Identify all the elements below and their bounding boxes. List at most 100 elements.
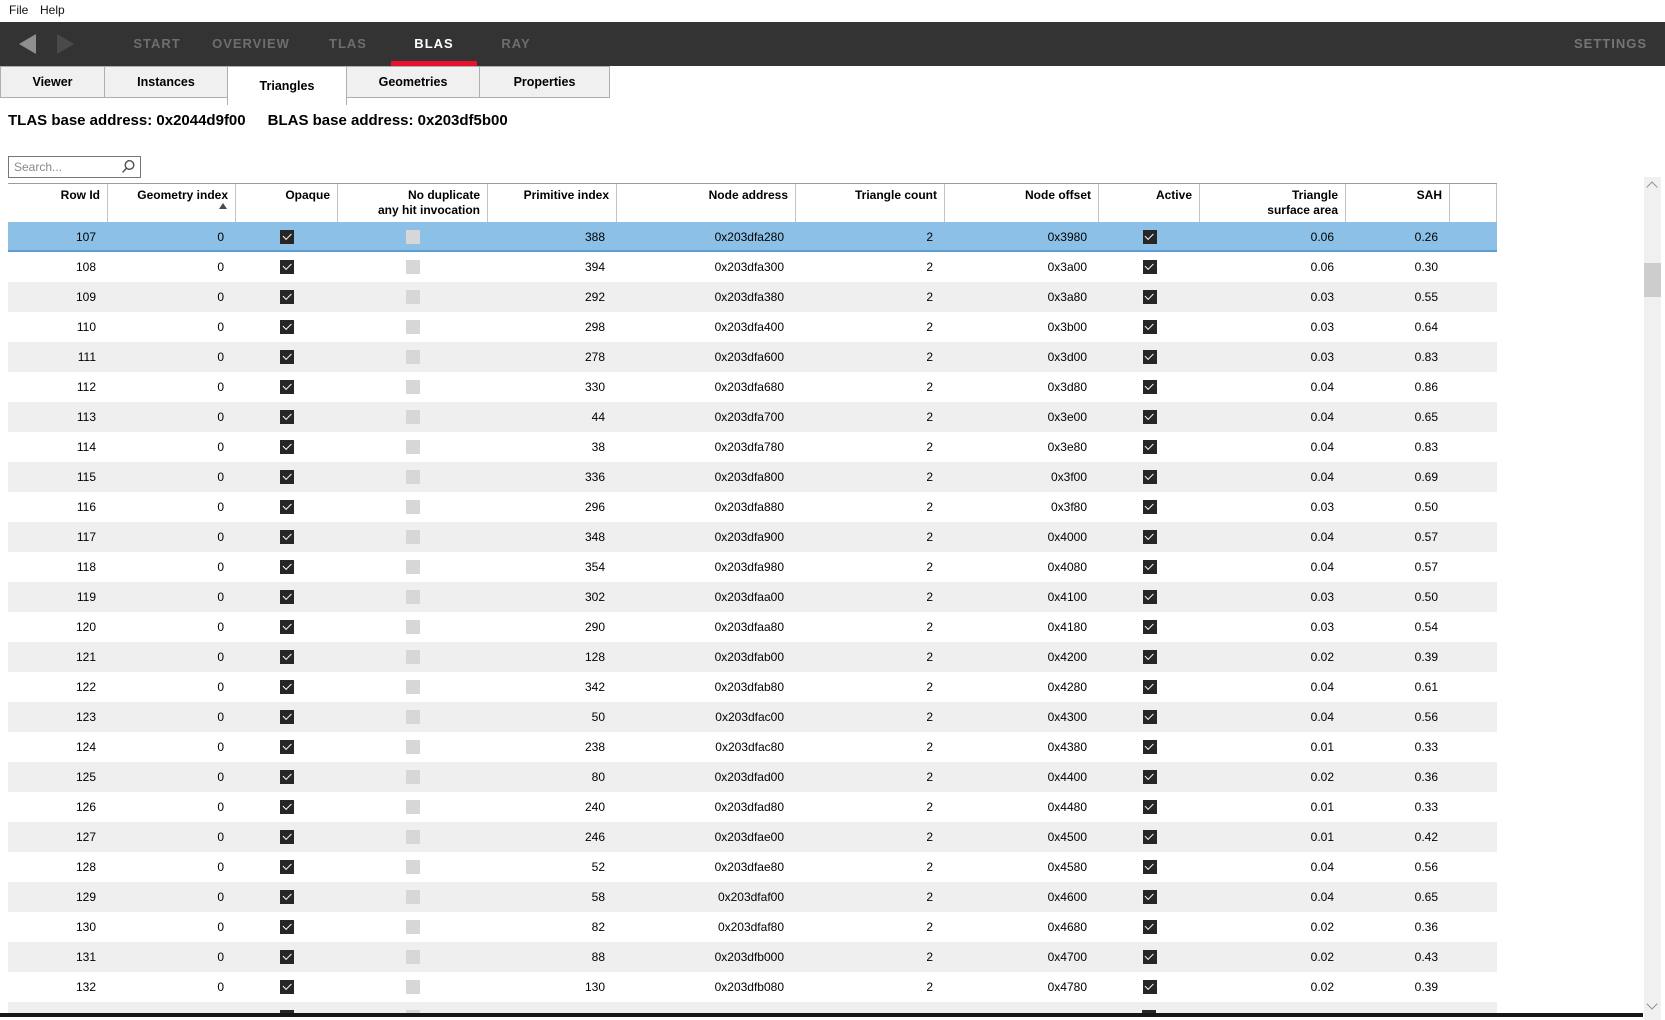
active-checkbox[interactable] <box>1143 620 1157 634</box>
column-header-no_duplicate_any_hit_invocation[interactable]: No duplicate any hit invocation <box>338 184 488 222</box>
no-duplicate-any-hit-invocation-checkbox[interactable] <box>406 860 420 874</box>
table-row[interactable]: 1250800x203dfad0020x44000.020.36 <box>8 762 1497 792</box>
opaque-checkbox[interactable] <box>280 440 294 454</box>
active-checkbox[interactable] <box>1143 530 1157 544</box>
nav-item-settings[interactable]: SETTINGS <box>1574 36 1647 51</box>
opaque-checkbox[interactable] <box>280 980 294 994</box>
tab-triangles[interactable]: Triangles <box>227 66 347 105</box>
scrollbar-thumb[interactable] <box>1644 263 1661 297</box>
menu-file[interactable]: File <box>9 3 28 17</box>
active-checkbox[interactable] <box>1143 560 1157 574</box>
opaque-checkbox[interactable] <box>280 740 294 754</box>
nav-item-blas[interactable]: BLAS <box>414 36 453 51</box>
active-checkbox[interactable] <box>1143 410 1157 424</box>
table-row[interactable]: 10902920x203dfa38020x3a800.030.55 <box>8 282 1497 312</box>
opaque-checkbox[interactable] <box>280 800 294 814</box>
no-duplicate-any-hit-invocation-checkbox[interactable] <box>406 740 420 754</box>
column-header-active[interactable]: Active <box>1099 184 1200 222</box>
opaque-checkbox[interactable] <box>280 260 294 274</box>
active-checkbox[interactable] <box>1143 950 1157 964</box>
no-duplicate-any-hit-invocation-checkbox[interactable] <box>406 590 420 604</box>
active-checkbox[interactable] <box>1143 800 1157 814</box>
active-checkbox[interactable] <box>1143 350 1157 364</box>
opaque-checkbox[interactable] <box>280 290 294 304</box>
opaque-checkbox[interactable] <box>280 650 294 664</box>
back-arrow-icon[interactable] <box>19 34 36 54</box>
vertical-scrollbar[interactable] <box>1644 177 1661 1020</box>
nav-item-ray[interactable]: RAY <box>501 36 530 51</box>
no-duplicate-any-hit-invocation-checkbox[interactable] <box>406 710 420 724</box>
opaque-checkbox[interactable] <box>280 890 294 904</box>
table-row[interactable]: 1130440x203dfa70020x3e000.040.65 <box>8 402 1497 432</box>
no-duplicate-any-hit-invocation-checkbox[interactable] <box>406 770 420 784</box>
active-checkbox[interactable] <box>1143 890 1157 904</box>
table-row[interactable]: 11903020x203dfaa0020x41000.030.50 <box>8 582 1497 612</box>
table-row[interactable]: 12702460x203dfae0020x45000.010.42 <box>8 822 1497 852</box>
opaque-checkbox[interactable] <box>280 320 294 334</box>
active-checkbox[interactable] <box>1143 740 1157 754</box>
search-input[interactable] <box>8 156 141 178</box>
active-checkbox[interactable] <box>1143 380 1157 394</box>
opaque-checkbox[interactable] <box>280 350 294 364</box>
table-row[interactable]: 11602960x203dfa88020x3f800.030.50 <box>8 492 1497 522</box>
opaque-checkbox[interactable] <box>280 470 294 484</box>
table-row[interactable]: 11203300x203dfa68020x3d800.040.86 <box>8 372 1497 402</box>
opaque-checkbox[interactable] <box>280 410 294 424</box>
nav-item-overview[interactable]: OVERVIEW <box>212 36 290 51</box>
opaque-checkbox[interactable] <box>280 920 294 934</box>
active-checkbox[interactable] <box>1143 590 1157 604</box>
no-duplicate-any-hit-invocation-checkbox[interactable] <box>406 470 420 484</box>
no-duplicate-any-hit-invocation-checkbox[interactable] <box>406 350 420 364</box>
active-checkbox[interactable] <box>1143 260 1157 274</box>
table-row[interactable]: 12602400x203dfad8020x44800.010.33 <box>8 792 1497 822</box>
no-duplicate-any-hit-invocation-checkbox[interactable] <box>406 620 420 634</box>
no-duplicate-any-hit-invocation-checkbox[interactable] <box>406 980 420 994</box>
scrollbar-up-button[interactable] <box>1644 179 1661 196</box>
active-checkbox[interactable] <box>1143 920 1157 934</box>
active-checkbox[interactable] <box>1143 710 1157 724</box>
table-row[interactable]: 1140380x203dfa78020x3e800.040.83 <box>8 432 1497 462</box>
scrollbar-down-button[interactable] <box>1644 999 1661 1016</box>
no-duplicate-any-hit-invocation-checkbox[interactable] <box>406 230 420 244</box>
table-row[interactable]: 11102780x203dfa60020x3d000.030.83 <box>8 342 1497 372</box>
table-row[interactable]: 1290580x203dfaf0020x46000.040.65 <box>8 882 1497 912</box>
table-row[interactable]: 12203420x203dfab8020x42800.040.61 <box>8 672 1497 702</box>
column-header-node_offset[interactable]: Node offset <box>945 184 1099 222</box>
column-header-geometry_index[interactable]: Geometry index <box>108 184 236 222</box>
active-checkbox[interactable] <box>1143 440 1157 454</box>
nav-item-tlas[interactable]: TLAS <box>329 36 367 51</box>
table-row[interactable]: 1310880x203dfb00020x47000.020.43 <box>8 942 1497 972</box>
active-checkbox[interactable] <box>1143 470 1157 484</box>
forward-arrow-icon[interactable] <box>57 34 74 54</box>
no-duplicate-any-hit-invocation-checkbox[interactable] <box>406 680 420 694</box>
opaque-checkbox[interactable] <box>280 560 294 574</box>
menu-help[interactable]: Help <box>40 3 65 17</box>
no-duplicate-any-hit-invocation-checkbox[interactable] <box>406 440 420 454</box>
opaque-checkbox[interactable] <box>280 830 294 844</box>
table-row[interactable]: 10703880x203dfa28020x39800.060.26 <box>8 222 1497 252</box>
active-checkbox[interactable] <box>1143 650 1157 664</box>
column-header-sah[interactable]: SAH <box>1346 184 1450 222</box>
tab-properties[interactable]: Properties <box>479 66 610 98</box>
no-duplicate-any-hit-invocation-checkbox[interactable] <box>406 260 420 274</box>
no-duplicate-any-hit-invocation-checkbox[interactable] <box>406 950 420 964</box>
opaque-checkbox[interactable] <box>280 950 294 964</box>
active-checkbox[interactable] <box>1143 860 1157 874</box>
table-row[interactable]: 1300820x203dfaf8020x46800.020.36 <box>8 912 1497 942</box>
no-duplicate-any-hit-invocation-checkbox[interactable] <box>406 410 420 424</box>
tab-viewer[interactable]: Viewer <box>0 66 105 98</box>
opaque-checkbox[interactable] <box>280 230 294 244</box>
table-row[interactable]: 1280520x203dfae8020x45800.040.56 <box>8 852 1497 882</box>
table-row[interactable]: 12402380x203dfac8020x43800.010.33 <box>8 732 1497 762</box>
active-checkbox[interactable] <box>1143 980 1157 994</box>
tab-geometries[interactable]: Geometries <box>346 66 480 98</box>
no-duplicate-any-hit-invocation-checkbox[interactable] <box>406 800 420 814</box>
column-header-row_id[interactable]: Row Id <box>8 184 108 222</box>
table-row[interactable]: 11703480x203dfa90020x40000.040.57 <box>8 522 1497 552</box>
opaque-checkbox[interactable] <box>280 530 294 544</box>
active-checkbox[interactable] <box>1143 320 1157 334</box>
nav-item-start[interactable]: START <box>133 36 180 51</box>
opaque-checkbox[interactable] <box>280 860 294 874</box>
opaque-checkbox[interactable] <box>280 710 294 724</box>
table-row[interactable]: 12101280x203dfab0020x42000.020.39 <box>8 642 1497 672</box>
